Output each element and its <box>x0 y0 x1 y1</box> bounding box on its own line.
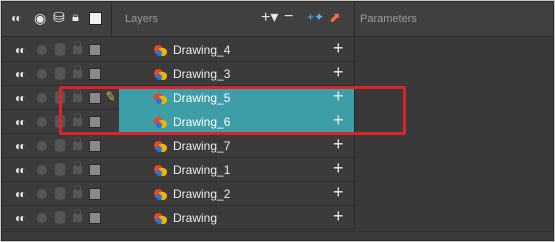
layer-name: Drawing <box>173 211 218 225</box>
layer-name: Drawing_3 <box>173 67 231 81</box>
header-divider <box>111 2 112 37</box>
panel-footer <box>2 231 553 240</box>
eye-icon[interactable]: ◐◐ <box>15 43 26 57</box>
eye-icon[interactable]: ◐◐ <box>15 187 26 201</box>
eye-icon[interactable]: ◐◐ <box>15 163 26 177</box>
lock-icon[interactable] <box>73 209 82 222</box>
parameters-cell <box>354 38 553 62</box>
dot-icon[interactable] <box>37 69 47 79</box>
layer-row[interactable]: ◐◐ Drawing_7 + <box>2 134 553 158</box>
dot-icon[interactable] <box>37 165 47 175</box>
selection-highlight-annotation <box>59 86 406 135</box>
lock-icon[interactable]: 🔒︎ <box>72 10 79 23</box>
layer-name: Drawing_1 <box>173 163 231 177</box>
eye-icon[interactable]: ◐◐ <box>15 139 26 153</box>
layer-controls: ◐◐ <box>2 38 119 62</box>
color-swatch[interactable] <box>89 164 101 176</box>
layer-name-cell[interactable]: Drawing_7 + <box>119 134 354 158</box>
timeline-layers-panel: ◐◐ ◉ ⛁ 🔒︎ Layers +▾ − +✦ ⬈ Parameters ◐◐… <box>1 1 554 241</box>
layer-name-cell[interactable]: Drawing_4 + <box>119 38 354 62</box>
layer-controls: ◐◐ <box>2 158 119 182</box>
lock-icon[interactable] <box>73 65 82 78</box>
dot-icon[interactable] <box>37 45 47 55</box>
expand-plus-icon[interactable]: + <box>333 135 344 153</box>
drawing-layer-icon <box>152 163 168 177</box>
database-icon[interactable] <box>55 211 65 224</box>
dot-icon[interactable] <box>37 213 47 223</box>
color-swatch[interactable] <box>89 44 101 56</box>
add-effect-icon[interactable]: ⬈ <box>329 10 341 24</box>
header-divider <box>354 2 355 37</box>
parameters-cell <box>354 62 553 86</box>
parameters-label: Parameters <box>360 13 417 25</box>
layers-label: Layers <box>125 13 159 25</box>
parameters-cell <box>354 158 553 182</box>
dot-icon[interactable]: ◉ <box>34 11 46 25</box>
color-swatch[interactable] <box>89 68 101 80</box>
layer-controls: ◐◐ <box>2 62 119 86</box>
layer-controls: ◐◐ <box>2 134 119 158</box>
layer-name-cell[interactable]: Drawing_3 + <box>119 62 354 86</box>
database-icon[interactable] <box>55 139 65 152</box>
layer-row[interactable]: ◐◐ Drawing_1 + <box>2 158 553 182</box>
add-peg-icon[interactable]: +✦ <box>307 11 324 23</box>
expand-plus-icon[interactable]: + <box>333 159 344 177</box>
database-icon[interactable] <box>55 187 65 200</box>
parameters-cell <box>354 134 553 158</box>
dot-icon[interactable] <box>37 189 47 199</box>
layer-name-cell[interactable]: Drawing_2 + <box>119 182 354 206</box>
layer-row[interactable]: ◐◐ Drawing_3 + <box>2 62 553 86</box>
expand-plus-icon[interactable]: + <box>333 207 344 225</box>
eye-icon[interactable]: ◐◐ <box>15 91 26 105</box>
drawing-layer-icon <box>152 67 168 81</box>
expand-plus-icon[interactable]: + <box>333 39 344 57</box>
color-swatch-icon[interactable] <box>89 12 102 25</box>
lock-icon[interactable] <box>73 41 82 54</box>
layer-row[interactable]: ◐◐ Drawing_4 + <box>2 38 553 62</box>
panel-header: ◐◐ ◉ ⛁ 🔒︎ Layers +▾ − +✦ ⬈ Parameters <box>2 2 553 37</box>
database-icon[interactable]: ⛁ <box>53 10 65 24</box>
eye-icon[interactable]: ◐◐ <box>15 115 26 129</box>
layer-name: Drawing_4 <box>173 43 231 57</box>
dot-icon[interactable] <box>37 141 47 151</box>
color-swatch[interactable] <box>89 140 101 152</box>
eye-all-icon[interactable]: ◐◐ <box>11 12 22 24</box>
layer-row[interactable]: ◐◐ Drawing_2 + <box>2 182 553 206</box>
lock-icon[interactable] <box>73 161 82 174</box>
layer-controls: ◐◐ <box>2 182 119 206</box>
drawing-layer-icon <box>152 211 168 225</box>
expand-plus-icon[interactable]: + <box>333 183 344 201</box>
layer-name-cell[interactable]: Drawing_1 + <box>119 158 354 182</box>
color-swatch[interactable] <box>89 188 101 200</box>
drawing-layer-icon <box>152 187 168 201</box>
expand-plus-icon[interactable]: + <box>333 63 344 81</box>
layer-name: Drawing_2 <box>173 187 231 201</box>
layer-name-cell[interactable]: Drawing + <box>119 206 354 230</box>
database-icon[interactable] <box>55 43 65 56</box>
dot-icon[interactable] <box>37 93 47 103</box>
eye-icon[interactable]: ◐◐ <box>15 67 26 81</box>
parameters-cell <box>354 182 553 206</box>
remove-layer-icon[interactable]: − <box>284 9 293 25</box>
parameters-cell <box>354 206 553 230</box>
color-swatch[interactable] <box>89 212 101 224</box>
eye-icon[interactable]: ◐◐ <box>15 211 26 225</box>
lock-icon[interactable] <box>73 137 82 150</box>
lock-icon[interactable] <box>73 185 82 198</box>
dot-icon[interactable] <box>37 117 47 127</box>
layer-controls: ◐◐ <box>2 206 119 230</box>
layer-name: Drawing_7 <box>173 139 231 153</box>
drawing-layer-icon <box>152 139 168 153</box>
layer-row[interactable]: ◐◐ Drawing + <box>2 206 553 230</box>
database-icon[interactable] <box>55 163 65 176</box>
drawing-layer-icon <box>152 43 168 57</box>
database-icon[interactable] <box>55 67 65 80</box>
add-layer-icon[interactable]: +▾ <box>261 10 278 26</box>
